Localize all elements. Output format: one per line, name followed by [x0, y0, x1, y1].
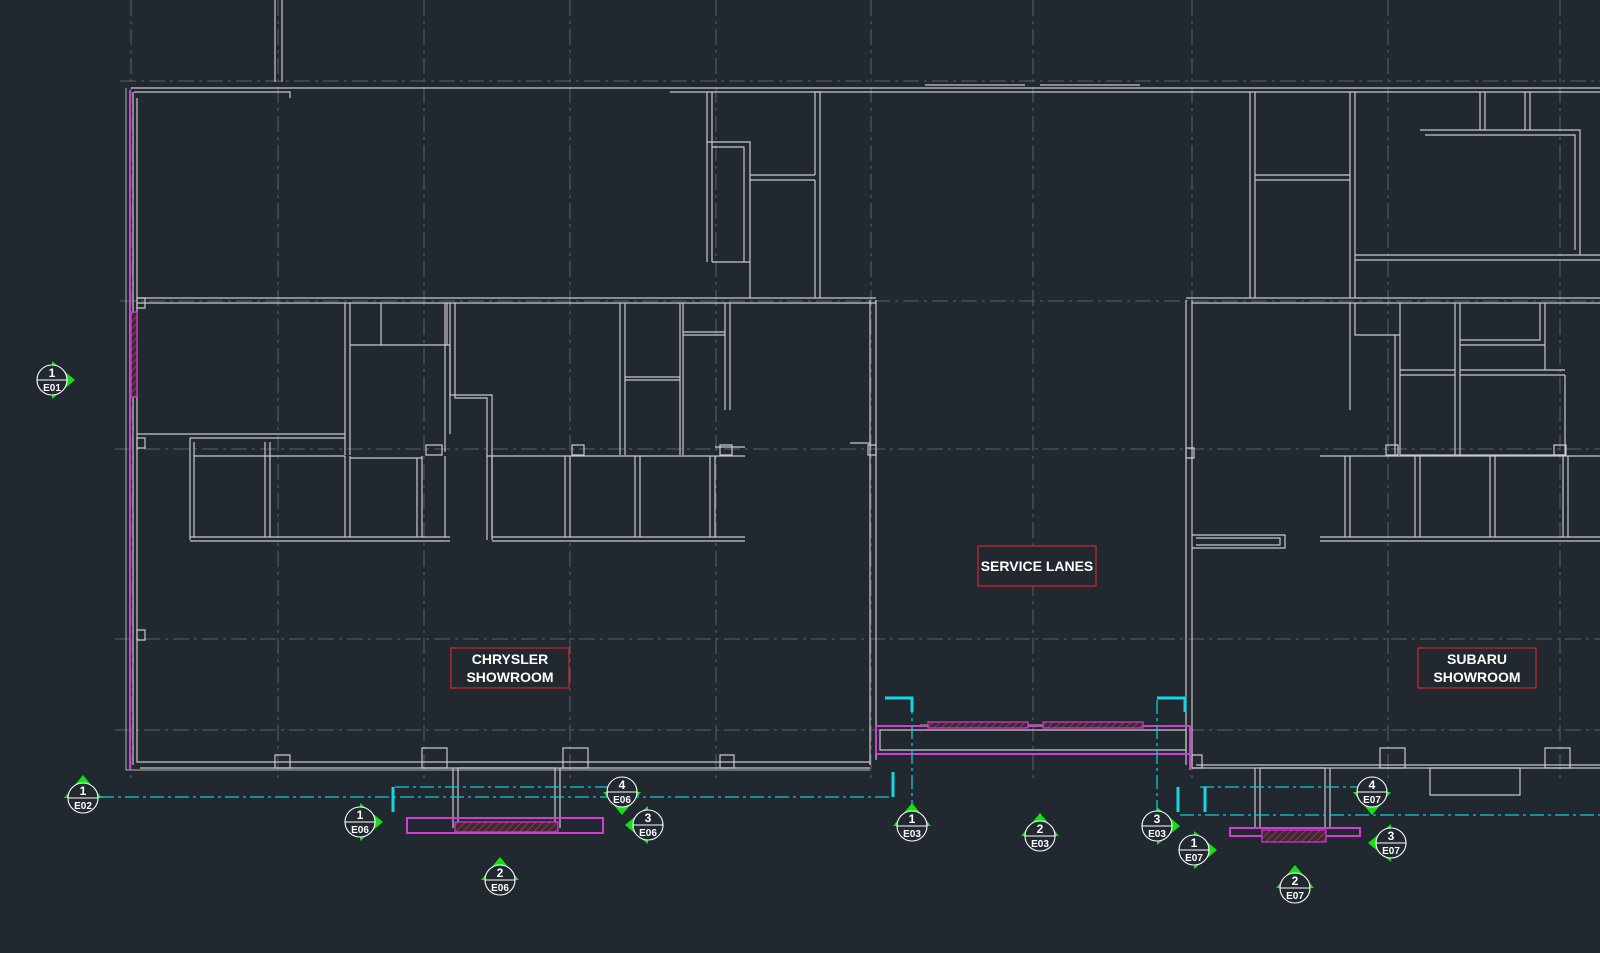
room-label-service: SERVICE LANES — [977, 545, 1097, 587]
room-label-text: SHOWROOM — [466, 669, 553, 685]
grid-lines — [115, 0, 1600, 780]
elevation-tag-sheet: E06 — [639, 828, 657, 839]
elevation-tag-sheet: E07 — [1185, 853, 1203, 864]
elevation-tag-sheet: E06 — [351, 825, 369, 836]
elevation-tag-number: 1 — [909, 812, 916, 826]
elevation-tag-number: 3 — [1388, 829, 1395, 843]
elevation-tag-number: 3 — [645, 811, 652, 825]
room-label-text: SERVICE LANES — [981, 558, 1094, 574]
room-label-subaru: SUBARU SHOWROOM — [1417, 647, 1537, 689]
room-label-chrysler: CHRYSLER SHOWROOM — [450, 647, 570, 689]
elevation-tag-3-e07[interactable]: 3E07 — [1368, 824, 1407, 862]
elevation-tag-4-e06[interactable]: 4E06 — [603, 776, 641, 815]
elevation-tag-sheet: E06 — [613, 795, 631, 806]
elevation-tag-1-e06[interactable]: 1E06 — [344, 803, 383, 841]
room-labels: CHRYSLER SHOWROOM SERVICE LANES SUBARU SHOWR… — [450, 545, 1537, 689]
elevation-tag-number: 2 — [1292, 874, 1299, 888]
elevation-tag-sheet: E03 — [1148, 829, 1166, 840]
elevation-tag-number: 1 — [357, 808, 364, 822]
floor-plan-canvas[interactable]: CHRYSLER SHOWROOM SERVICE LANES SUBARU SHOWR… — [0, 0, 1600, 953]
elevation-tag-2-e06[interactable]: 2E06 — [481, 857, 519, 896]
room-label-text: CHRYSLER — [472, 651, 549, 667]
elevation-tag-number: 2 — [497, 866, 504, 880]
elevation-tag-sheet: E07 — [1286, 891, 1304, 902]
elevation-tag-1-e01[interactable]: 1E01 — [36, 361, 75, 399]
elevation-tag-sheet: E07 — [1363, 795, 1381, 806]
elevation-tag-2-e07[interactable]: 2E07 — [1276, 865, 1314, 904]
elevation-tag-number: 3 — [1154, 812, 1161, 826]
elevation-tag-1-e03[interactable]: 1E03 — [893, 803, 931, 842]
elevation-tag-3-e03[interactable]: 3E03 — [1141, 807, 1180, 845]
room-label-text: SUBARU — [1447, 651, 1507, 667]
storefront-walls — [129, 90, 1361, 843]
walls — [125, 0, 1600, 828]
elevation-tags: 1E011E021E062E063E064E061E03 2E033E031E07… — [36, 361, 1407, 904]
elevation-tag-sheet: E01 — [43, 383, 61, 394]
elevation-tag-number: 1 — [49, 366, 56, 380]
elevation-tag-sheet: E02 — [74, 801, 92, 812]
elevation-tag-1-e02[interactable]: 1E02 — [64, 775, 102, 814]
room-label-text: SHOWROOM — [1433, 669, 1520, 685]
elevation-tag-number: 4 — [1369, 778, 1376, 792]
floor-plan-drawing: CHRYSLER SHOWROOM SERVICE LANES SUBARU SHOWR… — [36, 0, 1600, 904]
elevation-tag-1-e07[interactable]: 1E07 — [1178, 831, 1217, 869]
elevation-tag-4-e07[interactable]: 4E07 — [1353, 776, 1391, 815]
elevation-tag-number: 2 — [1037, 822, 1044, 836]
elevation-tag-sheet: E06 — [491, 883, 509, 894]
elevation-tag-number: 1 — [80, 784, 87, 798]
elevation-tag-number: 1 — [1191, 836, 1198, 850]
elevation-tag-sheet: E03 — [1031, 839, 1049, 850]
elevation-tag-sheet: E07 — [1382, 846, 1400, 857]
elevation-tag-3-e06[interactable]: 3E06 — [625, 806, 664, 844]
elevation-tag-sheet: E03 — [903, 829, 921, 840]
elevation-tag-2-e03[interactable]: 2E03 — [1021, 813, 1059, 852]
elevation-tag-number: 4 — [619, 778, 626, 792]
